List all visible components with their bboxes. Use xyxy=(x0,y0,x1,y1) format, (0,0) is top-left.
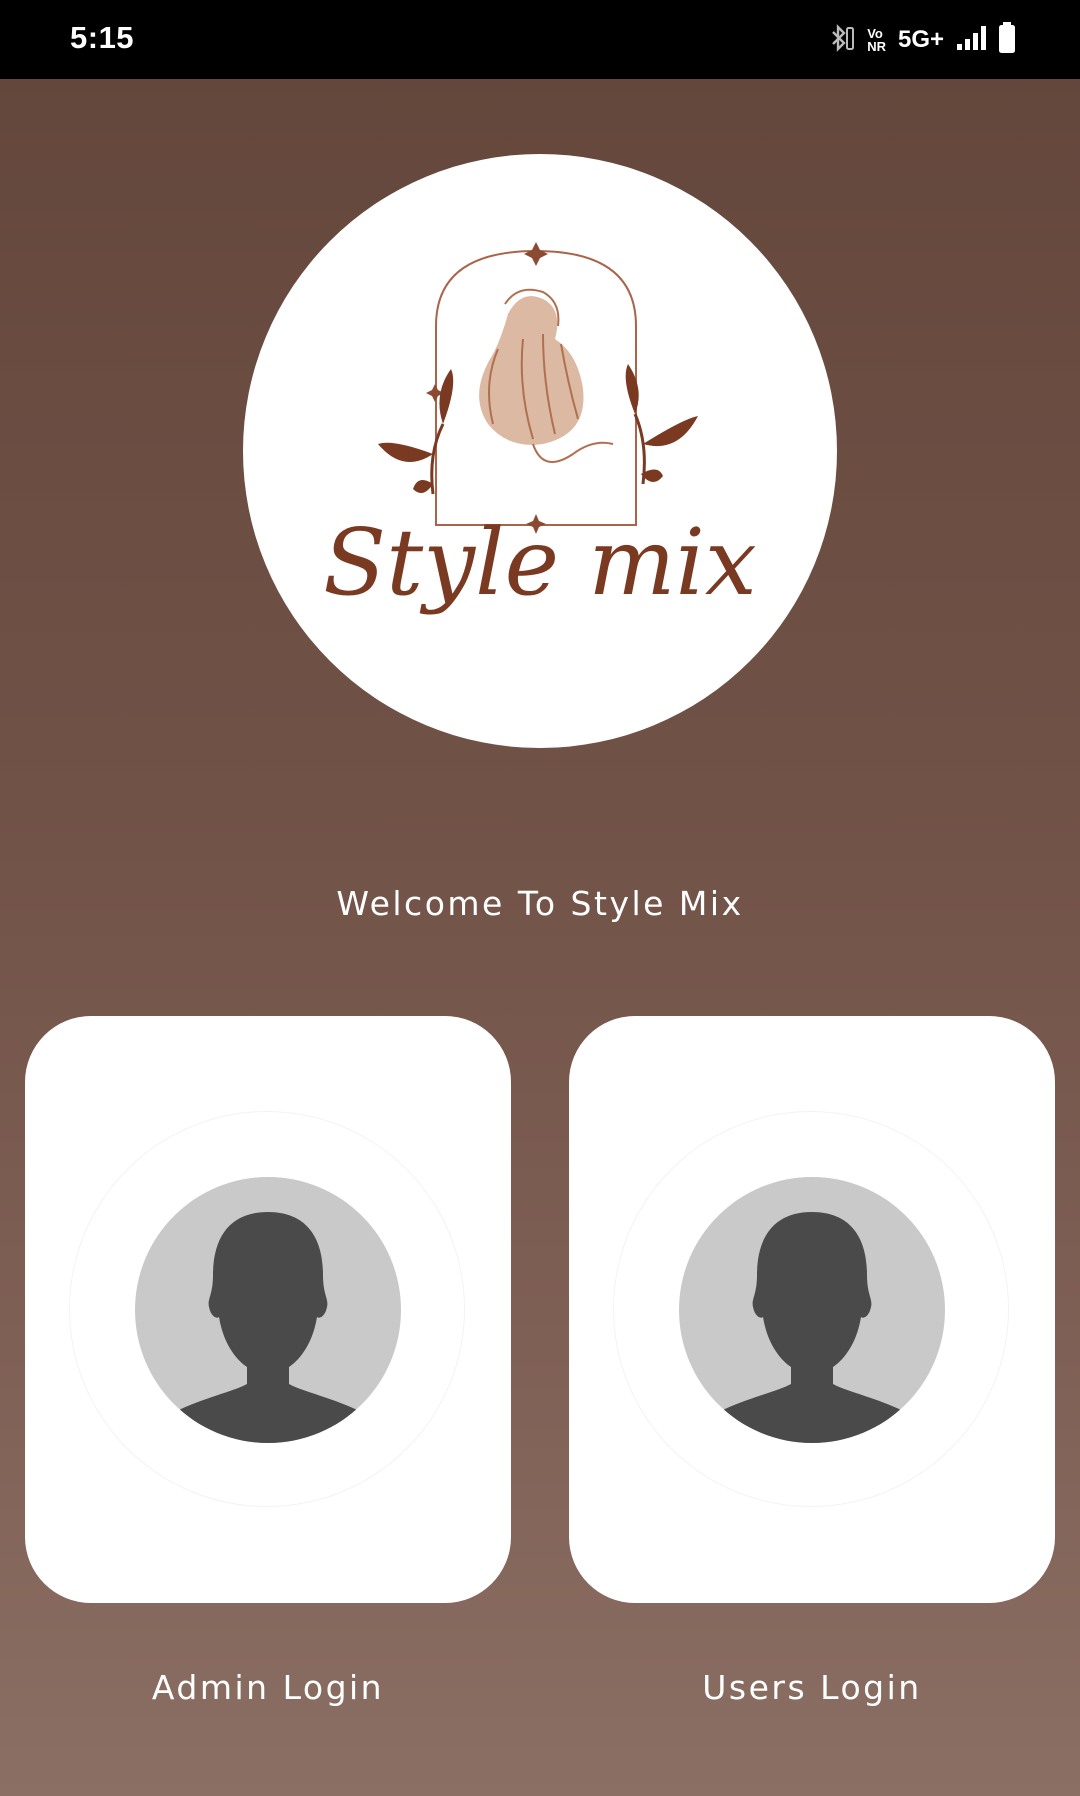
vonr-icon: Vo NR xyxy=(867,27,886,53)
status-time: 5:15 xyxy=(70,20,135,55)
users-login-label[interactable]: Users Login xyxy=(569,1668,1055,1707)
battery-icon xyxy=(998,22,1016,58)
logo-text: Style mix xyxy=(323,509,757,616)
vonr-bottom: NR xyxy=(867,39,886,54)
signal-icon xyxy=(956,25,986,55)
network-type: 5G+ xyxy=(897,26,944,53)
avatar-placeholder-icon xyxy=(679,1177,945,1443)
admin-login-label[interactable]: Admin Login xyxy=(25,1668,511,1707)
bluetooth-icon xyxy=(825,23,855,57)
app-logo: Style mix xyxy=(243,154,837,748)
style-mix-logo-graphic: Style mix xyxy=(323,242,757,616)
admin-login-card[interactable] xyxy=(25,1016,511,1603)
users-login-card[interactable] xyxy=(569,1016,1055,1603)
avatar-placeholder-icon xyxy=(135,1177,401,1443)
status-icons: Vo NR 5G+ xyxy=(825,22,1016,58)
status-bar: 5:15 Vo NR 5G+ xyxy=(0,0,1080,79)
welcome-heading: Welcome To Style Mix xyxy=(336,884,744,923)
